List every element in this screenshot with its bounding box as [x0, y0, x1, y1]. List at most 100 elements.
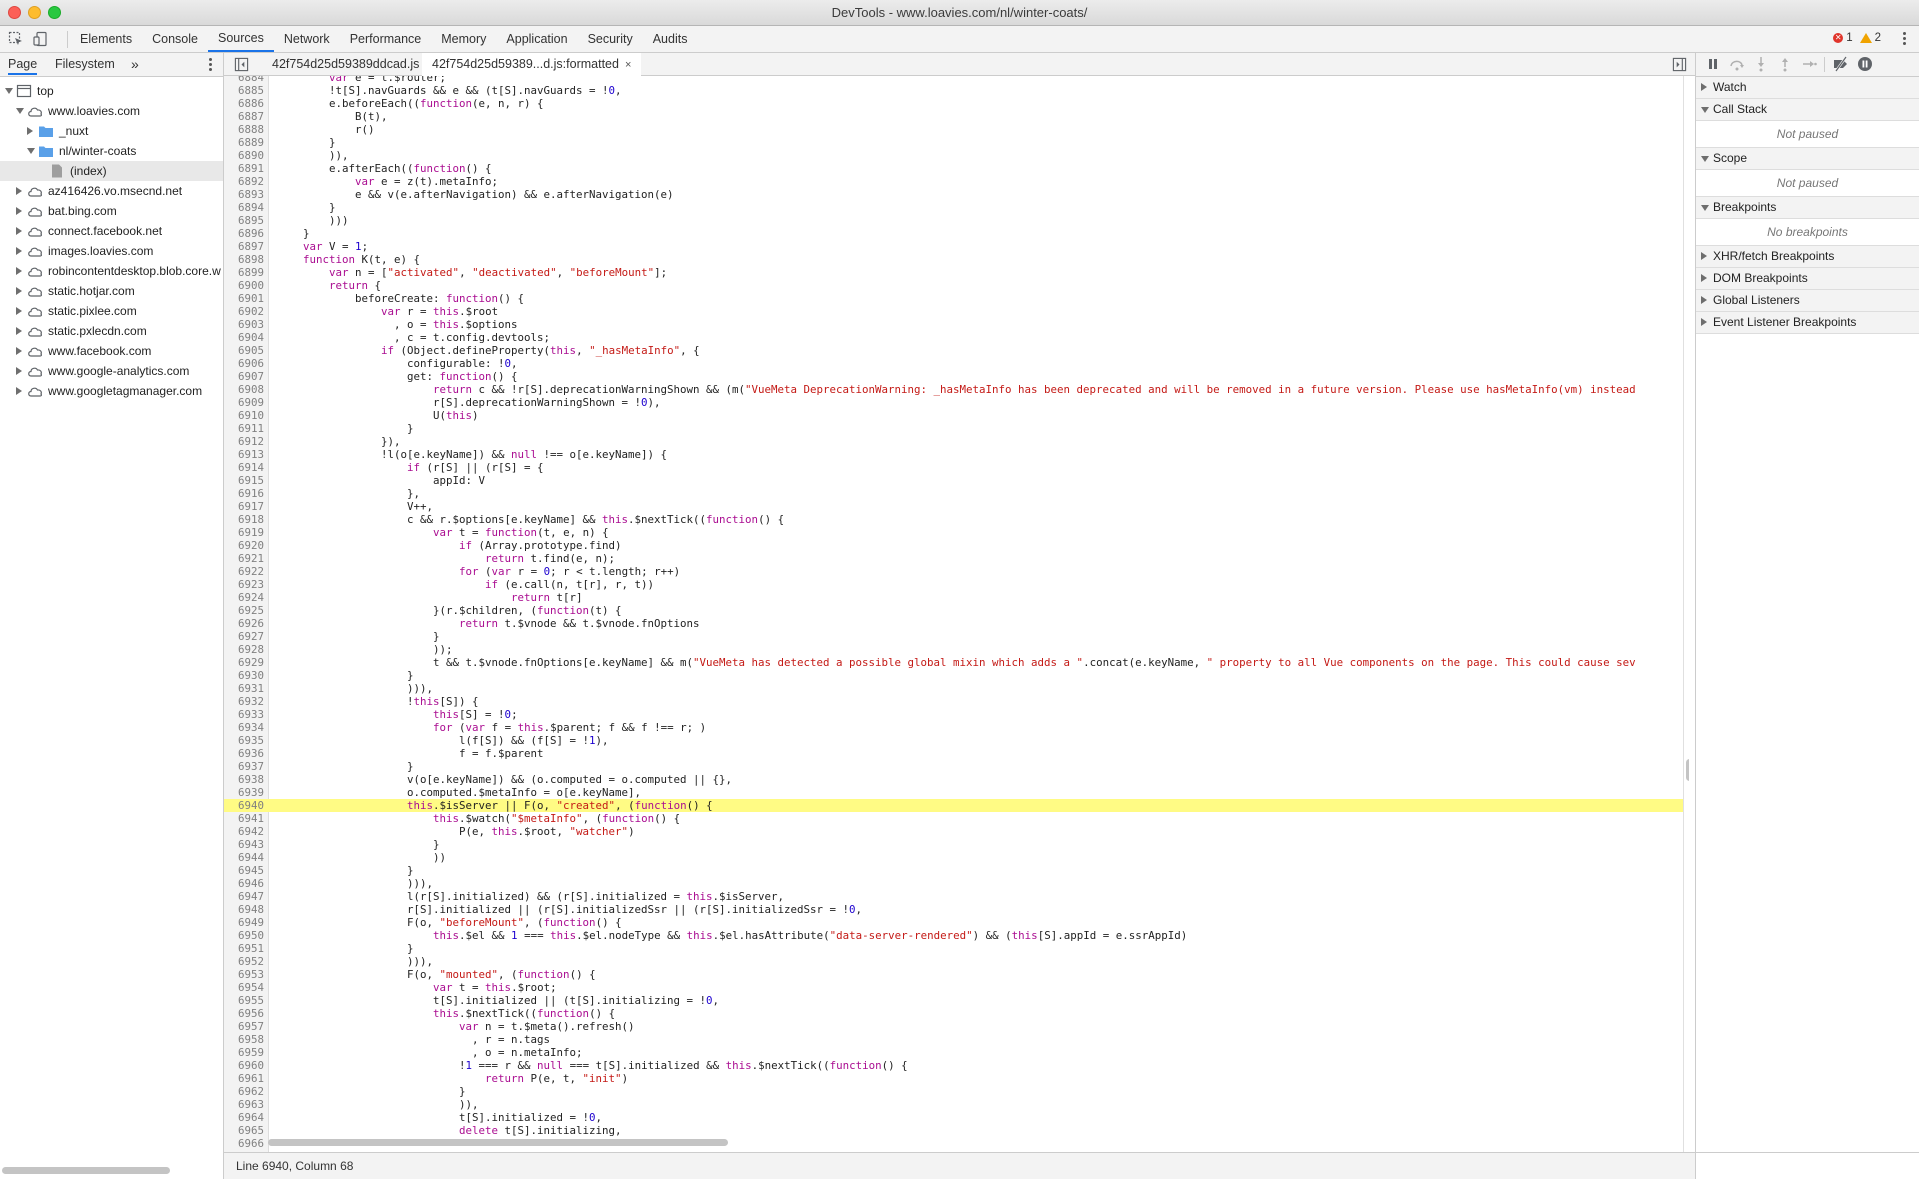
editor-tab-formatted[interactable]: 42f754d25d59389...d.js:formatted × [422, 53, 642, 76]
chevron-down-icon[interactable] [16, 108, 24, 114]
line-number[interactable]: 6887 [224, 110, 264, 123]
tree-item[interactable]: static.hotjar.com [0, 281, 223, 301]
line-number[interactable]: 6926 [224, 617, 264, 630]
section-header[interactable]: Watch [1696, 77, 1919, 98]
line-number[interactable]: 6890 [224, 149, 264, 162]
line-number[interactable]: 6897 [224, 240, 264, 253]
line-number[interactable]: 6941 [224, 812, 264, 825]
section-header[interactable]: Breakpoints [1696, 197, 1919, 218]
line-number[interactable]: 6965 [224, 1124, 264, 1137]
line-number[interactable]: 6954 [224, 981, 264, 994]
line-number[interactable]: 6949 [224, 916, 264, 929]
line-number[interactable]: 6888 [224, 123, 264, 136]
line-number[interactable]: 6908 [224, 383, 264, 396]
line-number[interactable]: 6889 [224, 136, 264, 149]
line-number[interactable]: 6915 [224, 474, 264, 487]
tab-elements[interactable]: Elements [70, 26, 142, 52]
step-icon[interactable] [1801, 56, 1817, 72]
line-number[interactable]: 6902 [224, 305, 264, 318]
line-number[interactable]: 6918 [224, 513, 264, 526]
line-number[interactable]: 6966 [224, 1137, 264, 1150]
chevron-down-icon[interactable] [27, 148, 35, 154]
line-number[interactable]: 6886 [224, 97, 264, 110]
tree-item[interactable]: static.pixlee.com [0, 301, 223, 321]
step-over-icon[interactable] [1729, 56, 1745, 72]
more-tabs-icon[interactable]: » [131, 53, 139, 75]
step-out-icon[interactable] [1777, 56, 1793, 72]
line-number[interactable]: 6955 [224, 994, 264, 1007]
section-header[interactable]: DOM Breakpoints [1696, 268, 1919, 289]
pause-on-exceptions-icon[interactable] [1857, 56, 1873, 72]
line-number[interactable]: 6909 [224, 396, 264, 409]
code-editor[interactable]: 6884 var e = t.$router; 6885 !t[S].navGua… [224, 76, 1689, 1202]
chevron-right-icon[interactable] [16, 207, 22, 215]
line-number[interactable]: 6901 [224, 292, 264, 305]
line-number[interactable]: 6961 [224, 1072, 264, 1085]
console-counts[interactable]: ✕ 1 2 [1833, 32, 1881, 44]
line-number[interactable]: 6903 [224, 318, 264, 331]
line-number[interactable]: 6906 [224, 357, 264, 370]
tree-item[interactable]: robincontentdesktop.blob.core.w [0, 261, 223, 281]
line-number[interactable]: 6936 [224, 747, 264, 760]
tab-performance[interactable]: Performance [340, 26, 432, 52]
chevron-right-icon[interactable] [16, 267, 22, 275]
line-number[interactable]: 6905 [224, 344, 264, 357]
line-number[interactable]: 6907 [224, 370, 264, 383]
line-number[interactable]: 6950 [224, 929, 264, 942]
line-number[interactable]: 6893 [224, 188, 264, 201]
line-number[interactable]: 6934 [224, 721, 264, 734]
line-number[interactable]: 6957 [224, 1020, 264, 1033]
tree-item[interactable]: nl/winter-coats [0, 141, 223, 161]
chevron-right-icon[interactable] [16, 247, 22, 255]
inspect-element-icon[interactable] [8, 31, 24, 47]
tree-item[interactable]: az416426.vo.msecnd.net [0, 181, 223, 201]
line-number[interactable]: 6933 [224, 708, 264, 721]
line-number[interactable]: 6942 [224, 825, 264, 838]
line-number[interactable]: 6956 [224, 1007, 264, 1020]
line-number[interactable]: 6946 [224, 877, 264, 890]
tree-item[interactable]: images.loavies.com [0, 241, 223, 261]
tab-console[interactable]: Console [142, 26, 208, 52]
line-number[interactable]: 6940 [224, 799, 264, 812]
line-number[interactable]: 6885 [224, 84, 264, 97]
line-number[interactable]: 6925 [224, 604, 264, 617]
line-number[interactable]: 6964 [224, 1111, 264, 1124]
tab-network[interactable]: Network [274, 26, 340, 52]
line-number[interactable]: 6953 [224, 968, 264, 981]
tab-audits[interactable]: Audits [643, 26, 698, 52]
editor-tab-source[interactable]: 42f754d25d59389ddcad.js [262, 53, 429, 75]
tab-page[interactable]: Page [8, 53, 38, 75]
tab-filesystem[interactable]: Filesystem [55, 53, 115, 75]
line-number[interactable]: 6913 [224, 448, 264, 461]
tab-security[interactable]: Security [578, 26, 643, 52]
line-number[interactable]: 6958 [224, 1033, 264, 1046]
line-number[interactable]: 6947 [224, 890, 264, 903]
chevron-right-icon[interactable] [27, 127, 33, 135]
line-number[interactable]: 6898 [224, 253, 264, 266]
deactivate-breakpoints-icon[interactable] [1833, 56, 1849, 72]
chevron-right-icon[interactable] [16, 347, 22, 355]
chevron-right-icon[interactable] [16, 227, 22, 235]
toggle-debugger-icon[interactable] [1672, 57, 1687, 72]
line-number[interactable]: 6939 [224, 786, 264, 799]
line-number[interactable]: 6948 [224, 903, 264, 916]
chevron-right-icon[interactable] [16, 187, 22, 195]
line-number[interactable]: 6945 [224, 864, 264, 877]
line-number[interactable]: 6891 [224, 162, 264, 175]
tree-item[interactable]: connect.facebook.net [0, 221, 223, 241]
line-number[interactable]: 6943 [224, 838, 264, 851]
editor-vertical-scroll-thumb[interactable] [1686, 759, 1689, 781]
line-number[interactable]: 6884 [224, 76, 264, 84]
line-number[interactable]: 6922 [224, 565, 264, 578]
chevron-right-icon[interactable] [16, 307, 22, 315]
customize-menu-icon[interactable] [1903, 32, 1907, 47]
toggle-navigator-icon[interactable] [234, 57, 249, 72]
tree-item[interactable]: www.loavies.com [0, 101, 223, 121]
line-number[interactable]: 6921 [224, 552, 264, 565]
line-number[interactable]: 6963 [224, 1098, 264, 1111]
line-number[interactable]: 6904 [224, 331, 264, 344]
device-toolbar-icon[interactable] [33, 31, 49, 47]
line-number[interactable]: 6895 [224, 214, 264, 227]
chevron-down-icon[interactable] [5, 88, 13, 94]
chevron-right-icon[interactable] [16, 387, 22, 395]
